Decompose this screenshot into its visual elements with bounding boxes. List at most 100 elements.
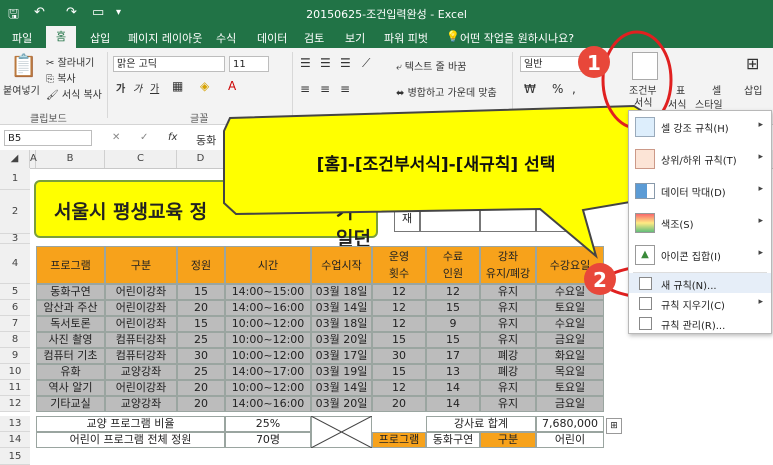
table-cell[interactable]: 사진 촬영 (36, 332, 105, 348)
quick-analysis-icon[interactable]: ⊞ (606, 418, 622, 434)
summary-label[interactable]: 교양 프로그램 비율 (36, 416, 225, 432)
header-cell[interactable]: 수강요일 (536, 246, 604, 284)
header-cell[interactable]: 시간 (225, 246, 311, 284)
table-cell[interactable]: 03월 20일 (311, 396, 372, 412)
table-cell[interactable]: 15 (426, 332, 480, 348)
menu-item-top-bottom-rules[interactable]: 상위/하위 규칙(T) ▸ (629, 143, 771, 175)
table-cell[interactable]: 10:00~12:00 (225, 380, 311, 396)
table-cell[interactable]: 25 (177, 332, 225, 348)
table-cell[interactable]: 금요일 (536, 396, 604, 412)
menu-item-color-scales[interactable]: 색조(S) ▸ (629, 207, 771, 239)
table-cell[interactable]: 10:00~12:00 (225, 316, 311, 332)
header-cell[interactable]: 프로그램 (36, 246, 105, 284)
row-header-2[interactable]: 2 (0, 190, 30, 234)
table-cell[interactable]: 폐강 (480, 348, 536, 364)
table-cell[interactable]: 폐강 (480, 364, 536, 380)
table-cell[interactable]: 교양강좌 (105, 364, 177, 380)
row-header-6[interactable]: 6 (0, 300, 30, 316)
table-cell[interactable]: 14:00~16:00 (225, 300, 311, 316)
lookup-key[interactable]: 프로그램 (372, 432, 426, 448)
table-cell[interactable]: 14:00~16:00 (225, 396, 311, 412)
table-cell[interactable]: 10:00~12:00 (225, 332, 311, 348)
row-header-14[interactable]: 14 (0, 432, 30, 448)
table-cell[interactable]: 30 (177, 348, 225, 364)
table-cell[interactable]: 교양강좌 (105, 396, 177, 412)
table-cell[interactable]: 기타교실 (36, 396, 105, 412)
row-header-1[interactable]: 1 (0, 168, 30, 190)
table-cell[interactable]: 03월 14일 (311, 300, 372, 316)
menu-item-icon-sets[interactable]: ▲ 아이콘 집합(I) ▸ (629, 239, 771, 271)
menu-item-new-rule[interactable]: 새 규칙(N)... (629, 273, 771, 293)
table-cell[interactable]: 17 (426, 348, 480, 364)
row-header-5[interactable]: 5 (0, 284, 30, 300)
menu-item-manage-rules[interactable]: 규칙 관리(R)... (629, 313, 771, 333)
menu-item-highlight-rules[interactable]: 셀 강조 규칙(H) ▸ (629, 111, 771, 143)
table-cell[interactable]: 유지 (480, 316, 536, 332)
table-cell[interactable]: 수요일 (536, 284, 604, 300)
table-cell[interactable]: 20 (177, 396, 225, 412)
menu-item-clear-rules[interactable]: 규칙 지우기(C) ▸ (629, 293, 771, 313)
row-header-11[interactable]: 11 (0, 380, 30, 396)
table-cell[interactable]: 30 (372, 348, 426, 364)
table-cell[interactable]: 어린이강좌 (105, 380, 177, 396)
table-cell[interactable]: 12 (372, 284, 426, 300)
table-cell[interactable]: 동화구연 (36, 284, 105, 300)
table-cell[interactable]: 어린이강좌 (105, 284, 177, 300)
table-cell[interactable]: 유지 (480, 284, 536, 300)
approval-cell-empty[interactable] (420, 206, 480, 232)
table-cell[interactable]: 유지 (480, 332, 536, 348)
row-header-8[interactable]: 8 (0, 332, 30, 348)
header-cell[interactable]: 수업시작 (311, 246, 372, 284)
table-cell[interactable]: 12 (372, 316, 426, 332)
header-cell[interactable]: 강좌 유지/폐강 (480, 246, 536, 284)
row-header-15[interactable]: 15 (0, 448, 30, 465)
table-cell[interactable]: 컴퓨터 기초 (36, 348, 105, 364)
table-cell[interactable]: 03월 18일 (311, 316, 372, 332)
table-cell[interactable]: 03월 17일 (311, 348, 372, 364)
table-cell[interactable]: 12 (426, 284, 480, 300)
menu-item-data-bars[interactable]: 데이터 막대(D) ▸ (629, 175, 771, 207)
header-cell[interactable]: 수료 인원 (426, 246, 480, 284)
table-cell[interactable]: 9 (426, 316, 480, 332)
table-cell[interactable]: 암산과 주산 (36, 300, 105, 316)
table-cell[interactable]: 14 (426, 380, 480, 396)
summary-label[interactable]: 어린이 프로그램 전체 정원 (36, 432, 225, 448)
table-cell[interactable]: 20 (177, 380, 225, 396)
table-cell[interactable]: 컴퓨터강좌 (105, 332, 177, 348)
table-cell[interactable]: 15 (177, 316, 225, 332)
table-cell[interactable]: 유지 (480, 300, 536, 316)
header-cell[interactable]: 구분 (105, 246, 177, 284)
table-cell[interactable]: 컴퓨터강좌 (105, 348, 177, 364)
table-cell[interactable]: 유지 (480, 396, 536, 412)
row-header-3[interactable]: 3 (0, 234, 30, 244)
table-cell[interactable]: 유지 (480, 380, 536, 396)
table-cell[interactable]: 20 (372, 396, 426, 412)
approval-cell-empty[interactable] (480, 206, 536, 232)
table-cell[interactable]: 20 (177, 300, 225, 316)
fee-total-label[interactable]: 강사료 합계 (426, 416, 536, 432)
table-cell[interactable]: 25 (177, 364, 225, 380)
fee-total-value[interactable]: 7,680,000 (536, 416, 604, 432)
table-cell[interactable]: 15 (426, 300, 480, 316)
summary-value[interactable]: 25% (225, 416, 311, 432)
table-cell[interactable]: 어린이강좌 (105, 300, 177, 316)
table-cell[interactable]: 독서토론 (36, 316, 105, 332)
table-cell[interactable]: 금요일 (536, 332, 604, 348)
table-cell[interactable]: 03월 14일 (311, 380, 372, 396)
lookup-key[interactable]: 구분 (480, 432, 536, 448)
table-cell[interactable]: 화요일 (536, 348, 604, 364)
row-header-10[interactable]: 10 (0, 364, 30, 380)
table-cell[interactable]: 12 (372, 300, 426, 316)
lookup-value[interactable]: 동화구연 (426, 432, 480, 448)
table-cell[interactable]: 수요일 (536, 316, 604, 332)
table-cell[interactable]: 14:00~17:00 (225, 364, 311, 380)
row-header-7[interactable]: 7 (0, 316, 30, 332)
lookup-value[interactable]: 어린이 (536, 432, 604, 448)
table-cell[interactable]: 03월 19일 (311, 364, 372, 380)
table-cell[interactable]: 15 (372, 332, 426, 348)
table-cell[interactable]: 유화 (36, 364, 105, 380)
table-cell[interactable]: 03월 20일 (311, 332, 372, 348)
header-cell[interactable]: 정원 (177, 246, 225, 284)
row-header-4[interactable]: 4 (0, 244, 30, 284)
table-cell[interactable]: 목요일 (536, 364, 604, 380)
